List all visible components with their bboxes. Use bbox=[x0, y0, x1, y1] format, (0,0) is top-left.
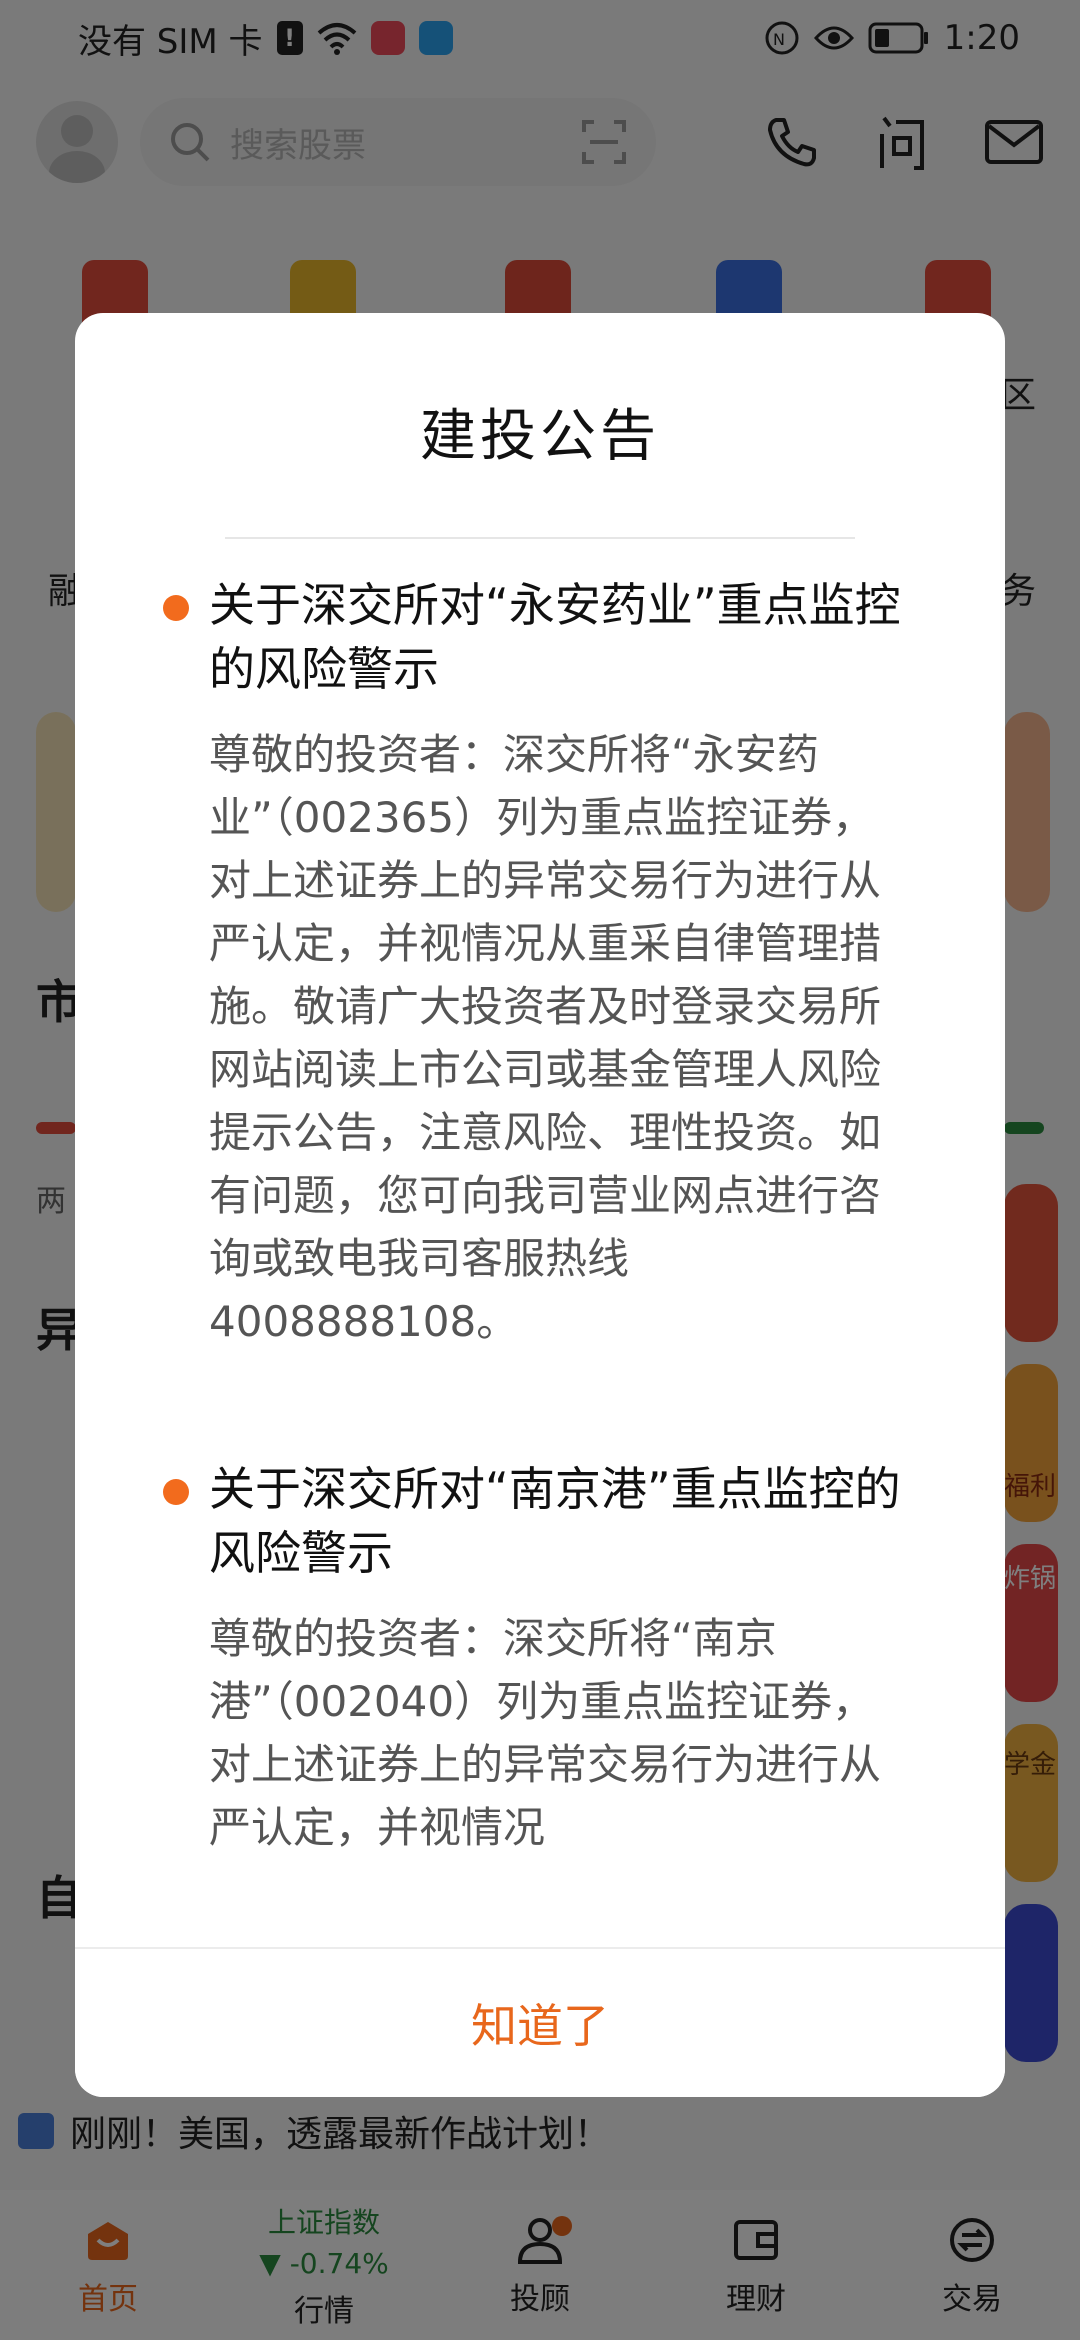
notice-item: 关于深交所对“永安药业”重点监控的风险警示 尊敬的投资者：深交所将“永安药业”（… bbox=[75, 573, 1005, 1353]
bullet-dot-icon bbox=[163, 1479, 189, 1505]
dialog-footer: 知道了 bbox=[75, 1947, 1005, 2097]
dialog-title: 建投公告 bbox=[420, 404, 660, 469]
confirm-button[interactable]: 知道了 bbox=[471, 1990, 609, 2056]
notice-item: 关于深交所对“南京港”重点监控的风险警示 尊敬的投资者：深交所将“南京港”（00… bbox=[75, 1457, 1005, 1859]
notice-body: 尊敬的投资者：深交所将“永安药业”（002365）列为重点监控证券，对上述证券上… bbox=[209, 730, 882, 1346]
title-divider bbox=[225, 537, 855, 539]
notice-body: 尊敬的投资者：深交所将“南京港”（002040）列为重点监控证券，对上述证券上的… bbox=[209, 1614, 882, 1852]
announcement-list[interactable]: 关于深交所对“永安药业”重点监控的风险警示 尊敬的投资者：深交所将“永安药业”（… bbox=[75, 573, 1005, 2097]
app-screen: 没有 SIM 卡 ! N bbox=[0, 0, 1080, 2340]
notice-title: 关于深交所对“永安药业”重点监控的风险警示 bbox=[209, 578, 901, 696]
announcement-scroll-area[interactable]: 关于深交所对“永安药业”重点监控的风险警示 尊敬的投资者：深交所将“永安药业”（… bbox=[75, 573, 1005, 2097]
bullet-dot-icon bbox=[163, 595, 189, 621]
announcement-dialog: 建投公告 关于深交所对“永安药业”重点监控的风险警示 尊敬的投资者：深交所将“永… bbox=[75, 313, 1005, 2097]
notice-title: 关于深交所对“南京港”重点监控的风险警示 bbox=[209, 1462, 901, 1580]
